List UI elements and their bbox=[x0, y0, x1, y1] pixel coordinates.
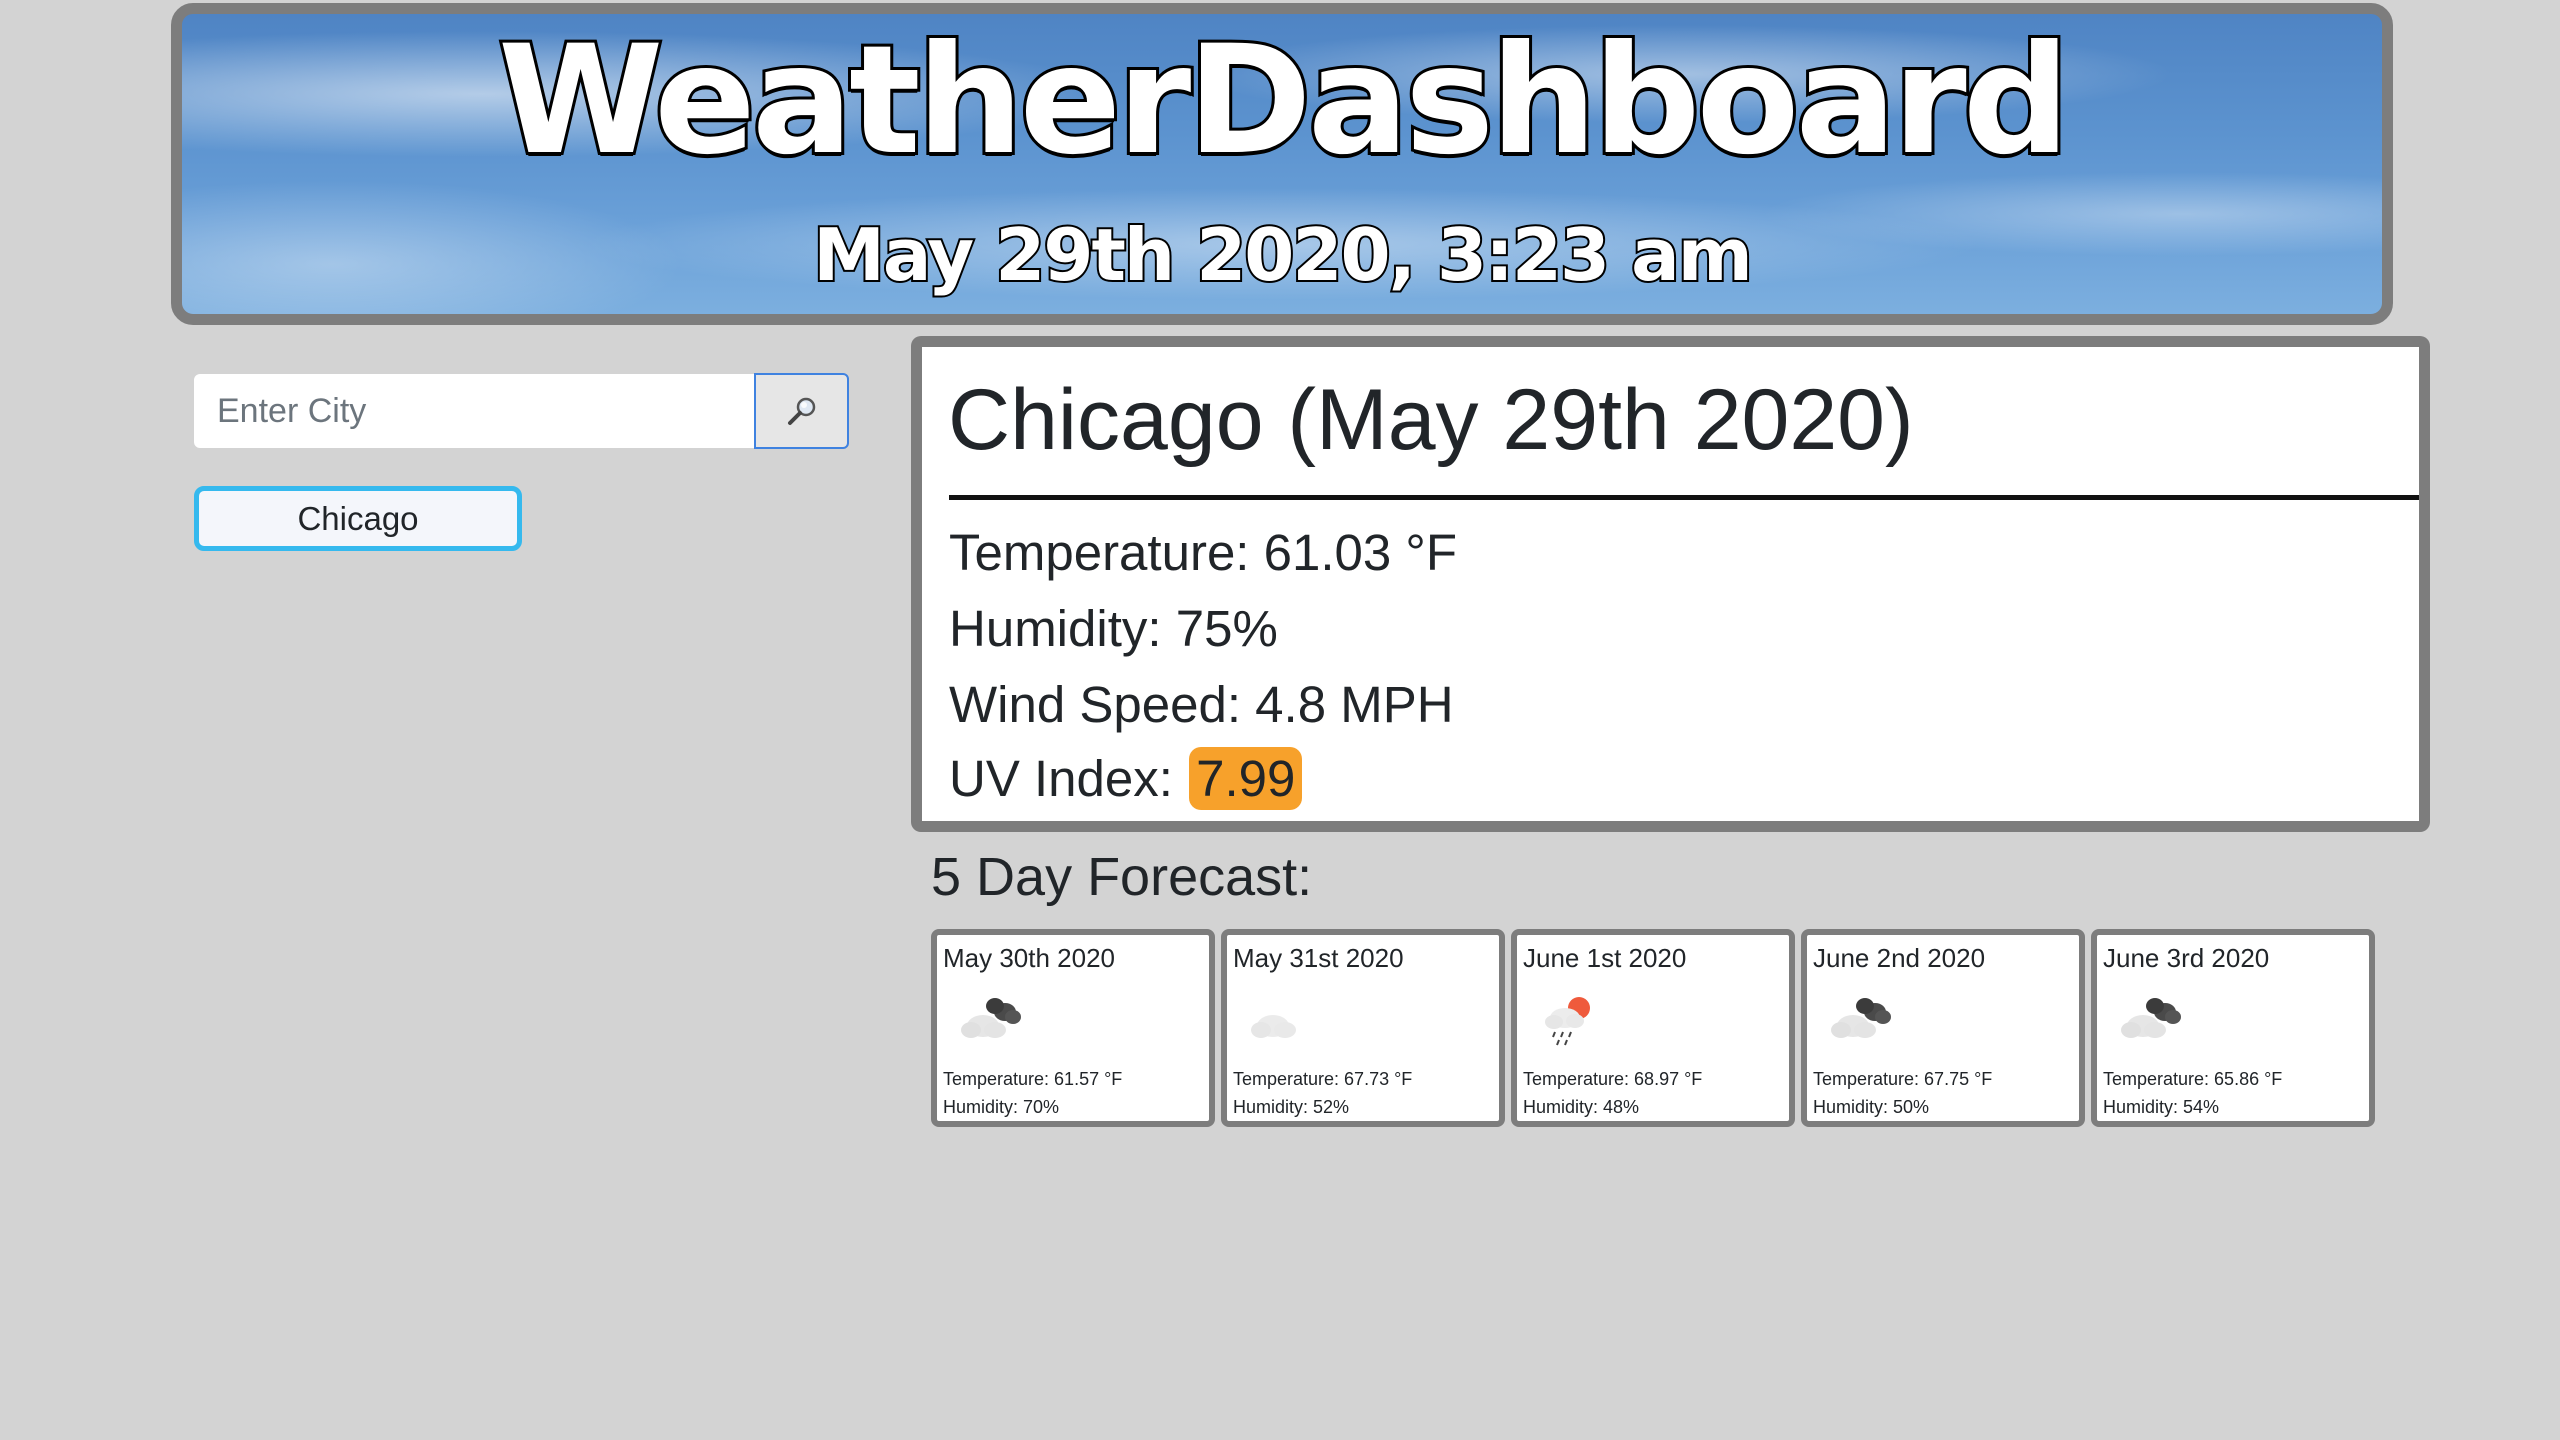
broken-clouds-icon bbox=[961, 998, 1021, 1038]
forecast-date: June 1st 2020 bbox=[1523, 943, 1687, 973]
forecast-date: June 3rd 2020 bbox=[2103, 943, 2270, 973]
forecast-temperature: Temperature: 61.57 °F bbox=[943, 1069, 1123, 1089]
forecast-card: June 3rd 2020 Temperature: 65.86 °F Humi… bbox=[2091, 929, 2375, 1127]
forecast-temperature: Temperature: 68.97 °F bbox=[1523, 1069, 1703, 1089]
forecast-card: June 1st 2020 Temperature: 68.97 °F Humi… bbox=[1511, 929, 1795, 1127]
forecast-date: May 31st 2020 bbox=[1233, 943, 1404, 973]
current-city-title: Chicago (May 29th 2020) bbox=[948, 372, 1914, 468]
city-history-list: Chicago bbox=[194, 486, 522, 551]
broken-clouds-icon bbox=[2121, 998, 2181, 1038]
current-wind-speed: Wind Speed: 4.8 MPH bbox=[949, 676, 1454, 733]
forecast-card: May 31st 2020 Temperature: 67.73 °F Humi… bbox=[1221, 929, 1505, 1127]
app-title: WeatherDashboard bbox=[495, 14, 2073, 188]
forecast-list: May 30th 2020 Temperature: 61.57 °F Humi… bbox=[931, 929, 2375, 1127]
current-weather-card: Chicago (May 29th 2020) Temperature: 61.… bbox=[911, 336, 2430, 832]
forecast-temperature: Temperature: 67.75 °F bbox=[1813, 1069, 1993, 1089]
search-button[interactable] bbox=[754, 373, 849, 449]
rain-sun-icon bbox=[1545, 997, 1590, 1046]
forecast-card: May 30th 2020 Temperature: 61.57 °F Humi… bbox=[931, 929, 1215, 1127]
forecast-humidity: Humidity: 50% bbox=[1813, 1097, 1930, 1117]
search-bar bbox=[194, 373, 849, 449]
scattered-clouds-icon bbox=[1251, 1015, 1296, 1038]
forecast-heading: 5 Day Forecast: bbox=[931, 847, 1313, 907]
forecast-card: June 2nd 2020 Temperature: 67.75 °F Humi… bbox=[1801, 929, 2085, 1127]
forecast-humidity: Humidity: 54% bbox=[2103, 1097, 2220, 1117]
forecast-humidity: Humidity: 70% bbox=[943, 1097, 1060, 1117]
forecast-date: May 30th 2020 bbox=[943, 943, 1116, 973]
current-humidity: Humidity: 75% bbox=[949, 600, 1278, 657]
uv-label: UV Index: bbox=[949, 750, 1173, 807]
forecast-temperature: Temperature: 65.86 °F bbox=[2103, 1069, 2283, 1089]
magnifying-glass-icon bbox=[787, 397, 815, 425]
history-city-button[interactable]: Chicago bbox=[194, 486, 522, 551]
current-datetime: May 29th 2020, 3:23 am bbox=[811, 213, 1755, 297]
forecast-humidity: Humidity: 48% bbox=[1523, 1097, 1640, 1117]
forecast-humidity: Humidity: 52% bbox=[1233, 1097, 1350, 1117]
title-divider bbox=[949, 495, 2419, 500]
forecast-date: June 2nd 2020 bbox=[1813, 943, 1986, 973]
header-banner: WeatherDashboard May 29th 2020, 3:23 am bbox=[171, 3, 2393, 325]
forecast-temperature: Temperature: 67.73 °F bbox=[1233, 1069, 1413, 1089]
current-temperature: Temperature: 61.03 °F bbox=[949, 524, 1457, 581]
city-search-input[interactable] bbox=[194, 374, 754, 448]
uv-index-badge: 7.99 bbox=[1189, 747, 1303, 810]
broken-clouds-icon bbox=[1831, 998, 1891, 1038]
current-uv-row: UV Index: 7.99 bbox=[949, 747, 1303, 810]
